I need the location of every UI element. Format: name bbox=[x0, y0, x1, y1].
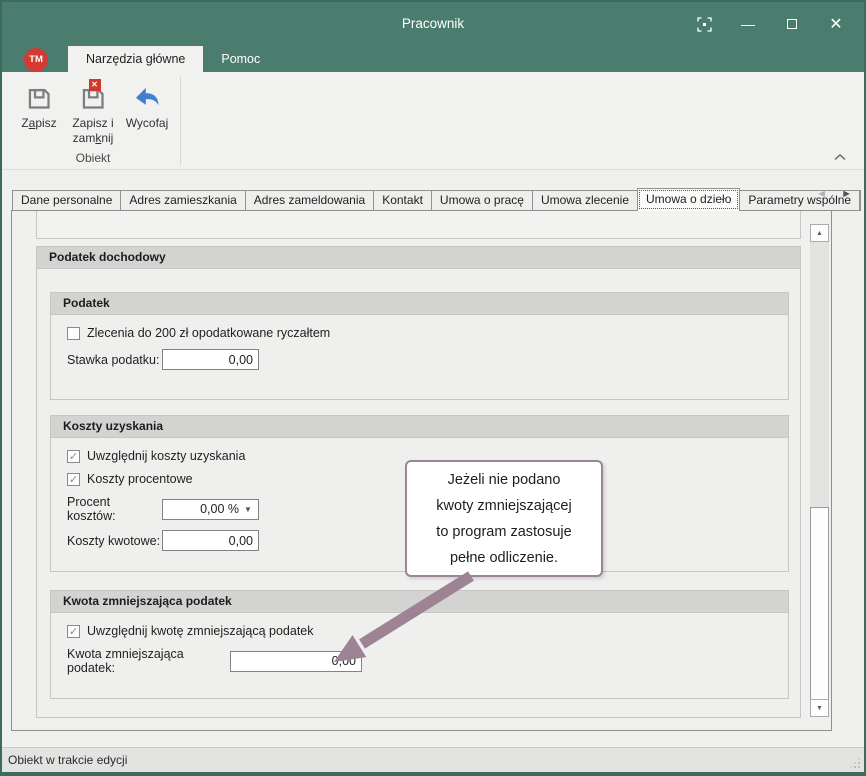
koszty-kwotowe-input[interactable] bbox=[162, 530, 259, 551]
tab-scroll-buttons: ◄ ► bbox=[816, 188, 852, 200]
uwzglednij-koszty-checkbox[interactable]: ✓ bbox=[67, 450, 80, 463]
callout-line: Jeżeli nie podano bbox=[407, 467, 601, 493]
scrollbar-track[interactable] bbox=[810, 242, 829, 699]
tab-stub[interactable] bbox=[859, 190, 861, 211]
app-logo[interactable]: TM bbox=[24, 48, 48, 72]
ribbon-group-obiekt: Zapisz ✕ Zapisz i zamkn bbox=[6, 72, 180, 169]
undo-button[interactable]: Wycofaj bbox=[120, 72, 174, 146]
scrolled-groupbox-remnant bbox=[36, 211, 801, 239]
minimize-icon: — bbox=[741, 16, 755, 32]
scroll-up-button[interactable]: ▲ bbox=[810, 224, 829, 242]
tab-dane-personalne[interactable]: Dane personalne bbox=[12, 190, 121, 211]
tab-scroll-right-icon[interactable]: ► bbox=[841, 188, 852, 200]
groupbox-podatek-dochodowy-header: Podatek dochodowy bbox=[37, 247, 800, 269]
tab-adres-zameldowania[interactable]: Adres zameldowania bbox=[245, 190, 374, 211]
tab-umowa-o-dzielo[interactable]: Umowa o dzieło bbox=[637, 188, 740, 211]
uwzglednij-kwote-checkbox-row: ✓ Uwzględnij kwotę zmniejszającą podatek bbox=[67, 624, 788, 638]
tab-page-panel: Podatek dochodowy Podatek Zlecenia do 20… bbox=[11, 210, 832, 731]
callout-line: to program zastosuje bbox=[407, 519, 601, 545]
procent-kosztow-combobox[interactable]: 0,00 % ▼ bbox=[162, 499, 259, 520]
groupbox-podatek: Podatek Zlecenia do 200 zł opodatkowane … bbox=[50, 292, 789, 400]
kwota-zmniejszajaca-label: Kwota zmniejszająca podatek: bbox=[67, 647, 230, 675]
save-label: Zapisz bbox=[21, 116, 56, 131]
vertical-scrollbar[interactable]: ▲ ▼ bbox=[810, 224, 829, 717]
focus-mode-icon bbox=[697, 17, 712, 32]
check-icon: ✓ bbox=[69, 473, 78, 486]
chevron-up-icon bbox=[834, 154, 846, 161]
minimize-button[interactable]: — bbox=[726, 2, 770, 46]
save-icon bbox=[26, 85, 53, 112]
groupbox-koszty-uzyskania-header: Koszty uzyskania bbox=[51, 416, 788, 438]
tab-umowa-o-prace[interactable]: Umowa o pracę bbox=[431, 190, 533, 211]
status-text: Obiekt w trakcie edycji bbox=[8, 753, 127, 767]
close-badge-icon: ✕ bbox=[89, 79, 101, 91]
maximize-icon bbox=[787, 19, 797, 29]
scroll-down-icon: ▼ bbox=[816, 705, 823, 712]
undo-label: Wycofaj bbox=[126, 116, 169, 131]
document-tabstrip: Dane personalne Adres zamieszkania Adres… bbox=[12, 188, 854, 211]
maximize-button[interactable] bbox=[770, 2, 814, 46]
app-window: Pracownik — ✕ TM bbox=[0, 0, 866, 776]
koszty-kwotowe-label: Koszty kwotowe: bbox=[67, 534, 162, 548]
chevron-down-icon: ▼ bbox=[244, 505, 258, 514]
ribbon: Zapisz ✕ Zapisz i zamkn bbox=[2, 72, 864, 170]
tab-kontakt[interactable]: Kontakt bbox=[373, 190, 432, 211]
save-and-close-button[interactable]: ✕ Zapisz i zamknij bbox=[66, 72, 120, 146]
save-and-close-label: Zapisz i zamknij bbox=[72, 116, 113, 146]
collapse-ribbon-button[interactable] bbox=[834, 154, 846, 161]
kwota-zmniejszajaca-input[interactable] bbox=[230, 651, 362, 672]
titlebar: Pracownik — ✕ bbox=[2, 2, 864, 46]
window-controls: — ✕ bbox=[682, 2, 858, 46]
undo-arrow-icon bbox=[133, 85, 161, 113]
ribbon-tab-row: TM Narzędzia główne Pomoc bbox=[2, 46, 864, 72]
ribbon-group-separator bbox=[180, 76, 181, 165]
close-button[interactable]: ✕ bbox=[814, 2, 858, 46]
ribbon-group-label: Obiekt bbox=[6, 151, 180, 165]
groupbox-kwota-zmniejszajaca: Kwota zmniejszająca podatek ✓ Uwzględnij… bbox=[50, 590, 789, 699]
stawka-podatku-label: Stawka podatku: bbox=[67, 353, 162, 367]
scroll-up-icon: ▲ bbox=[816, 230, 823, 237]
stawka-podatku-row: Stawka podatku: bbox=[67, 349, 788, 370]
scroll-down-button[interactable]: ▼ bbox=[810, 699, 829, 717]
callout-line: pełne odliczenie. bbox=[407, 545, 601, 571]
tab-adres-zamieszkania[interactable]: Adres zamieszkania bbox=[120, 190, 245, 211]
ribbon-tab-help[interactable]: Pomoc bbox=[203, 46, 278, 72]
procent-kosztow-label: Procent kosztów: bbox=[67, 495, 162, 523]
callout-tooltip: Jeżeli nie podano kwoty zmniejszającej t… bbox=[405, 460, 603, 577]
koszty-procentowe-checkbox[interactable]: ✓ bbox=[67, 473, 80, 486]
groupbox-kwota-zmniejszajaca-header: Kwota zmniejszająca podatek bbox=[51, 591, 788, 613]
groupbox-podatek-header: Podatek bbox=[51, 293, 788, 315]
uwzglednij-koszty-checkbox-label: Uwzględnij koszty uzyskania bbox=[87, 449, 245, 463]
uwzglednij-kwote-checkbox[interactable]: ✓ bbox=[67, 625, 80, 638]
focus-mode-button[interactable] bbox=[682, 2, 726, 46]
statusbar: Obiekt w trakcie edycji bbox=[2, 747, 864, 772]
save-button[interactable]: Zapisz bbox=[12, 72, 66, 146]
stawka-podatku-input[interactable] bbox=[162, 349, 259, 370]
tab-scroll-left-icon[interactable]: ◄ bbox=[816, 188, 827, 200]
ribbon-tab-home[interactable]: Narzędzia główne bbox=[68, 46, 203, 72]
callout-line: kwoty zmniejszającej bbox=[407, 493, 601, 519]
check-icon: ✓ bbox=[69, 450, 78, 463]
kwota-zmniejszajaca-row: Kwota zmniejszająca podatek: bbox=[67, 647, 788, 675]
close-icon: ✕ bbox=[829, 14, 842, 34]
tab-umowa-zlecenie[interactable]: Umowa zlecenie bbox=[532, 190, 638, 211]
koszty-procentowe-checkbox-label: Koszty procentowe bbox=[87, 472, 193, 486]
scrollbar-thumb[interactable] bbox=[810, 507, 829, 717]
ryczalt-checkbox-row: Zlecenia do 200 zł opodatkowane ryczałte… bbox=[67, 326, 788, 340]
ryczalt-checkbox-label: Zlecenia do 200 zł opodatkowane ryczałte… bbox=[87, 326, 330, 340]
resize-grip[interactable] bbox=[849, 757, 860, 768]
check-icon: ✓ bbox=[69, 625, 78, 638]
ryczalt-checkbox[interactable] bbox=[67, 327, 80, 340]
procent-kosztow-value: 0,00 % bbox=[163, 502, 244, 516]
uwzglednij-kwote-checkbox-label: Uwzględnij kwotę zmniejszającą podatek bbox=[87, 624, 314, 638]
